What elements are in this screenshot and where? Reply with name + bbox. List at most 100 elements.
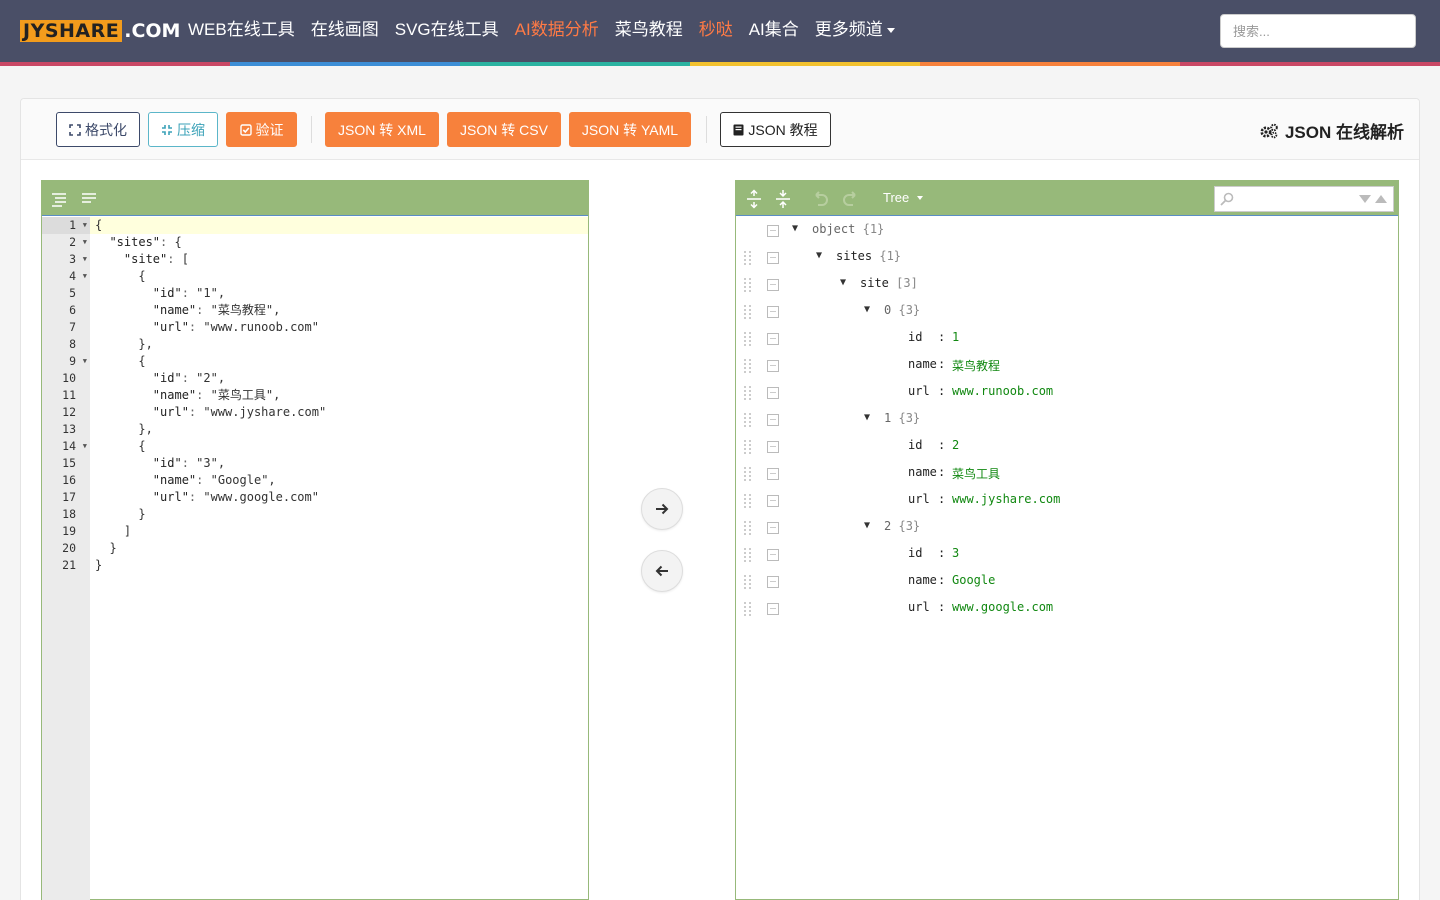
tree-field-value[interactable]: www.jyshare.com <box>952 492 1060 506</box>
tree-field-key[interactable]: name <box>908 465 937 479</box>
json-tree-view[interactable]: Tree ▼ object {1} ▼ sites {1} ▼ site [3] ▼ 0 {3… <box>735 180 1399 900</box>
search-previous-icon[interactable] <box>1375 194 1387 204</box>
tree-field-value[interactable]: 2 <box>952 438 959 452</box>
drag-handle-icon[interactable] <box>744 251 752 265</box>
code-area[interactable]: 1 ▼{2 ▼ "sites": {3 ▼ "site": [4 ▼ {5 "id": … <box>42 217 588 574</box>
tree-node[interactable]: id:3 <box>736 541 1398 568</box>
expand-all-icon[interactable] <box>744 189 764 209</box>
format-button[interactable]: 格式化 <box>56 112 140 147</box>
drag-handle-icon[interactable] <box>744 413 752 427</box>
context-menu-icon[interactable] <box>767 225 779 237</box>
tree-node[interactable]: ▼ 0 {3} <box>736 298 1398 325</box>
search-next-icon[interactable] <box>1359 194 1371 204</box>
fold-toggle-icon[interactable]: ▼ <box>83 268 87 285</box>
tree-field-key[interactable]: id <box>908 330 922 344</box>
tree-node[interactable]: url: www.jyshare.com <box>736 487 1398 514</box>
nav-item[interactable]: WEB在线工具 <box>180 18 303 42</box>
json-code-editor[interactable]: 1 ▼{2 ▼ "sites": {3 ▼ "site": [4 ▼ {5 "id": … <box>41 180 589 900</box>
json-to-csv-button[interactable]: JSON 转 CSV <box>447 112 561 147</box>
fold-toggle-icon[interactable]: ▼ <box>83 438 87 455</box>
tree-field-value[interactable]: www.runoob.com <box>952 384 1053 398</box>
nav-item[interactable]: AI集合 <box>741 18 807 42</box>
tree-field-value[interactable]: 菜鸟教程 <box>952 357 1000 374</box>
tree-node[interactable]: url: www.runoob.com <box>736 379 1398 406</box>
tree-node[interactable]: name: Google <box>736 568 1398 595</box>
tree-node[interactable]: url: www.google.com <box>736 595 1398 622</box>
context-menu-icon[interactable] <box>767 495 779 507</box>
json-tutorial-button[interactable]: JSON 教程 <box>720 112 831 147</box>
tree-field-value[interactable]: 1 <box>952 330 959 344</box>
drag-handle-icon[interactable] <box>744 359 752 373</box>
context-menu-icon[interactable] <box>767 603 779 615</box>
expand-toggle-icon[interactable]: ▼ <box>792 223 798 234</box>
nav-item[interactable]: AI数据分析 <box>507 18 607 42</box>
drag-handle-icon[interactable] <box>744 494 752 508</box>
fold-toggle-icon[interactable]: ▼ <box>83 251 87 268</box>
drag-handle-icon[interactable] <box>744 602 752 616</box>
drag-handle-icon[interactable] <box>744 332 752 346</box>
tree-node[interactable]: name: 菜鸟工具 <box>736 460 1398 487</box>
tree-node[interactable]: ▼ sites {1} <box>736 244 1398 271</box>
context-menu-icon[interactable] <box>767 576 779 588</box>
tree-field-value[interactable]: 菜鸟工具 <box>952 465 1000 482</box>
context-menu-icon[interactable] <box>767 360 779 372</box>
context-menu-icon[interactable] <box>767 306 779 318</box>
compress-button[interactable]: 压缩 <box>148 112 218 147</box>
context-menu-icon[interactable] <box>767 549 779 561</box>
expand-toggle-icon[interactable]: ▼ <box>864 304 870 315</box>
context-menu-icon[interactable] <box>767 252 779 264</box>
drag-handle-icon[interactable] <box>744 278 752 292</box>
fold-toggle-icon[interactable]: ▼ <box>83 353 87 370</box>
tree-field-key[interactable]: id <box>908 546 922 560</box>
tree-field-key[interactable]: name <box>908 573 937 587</box>
tree-field-value[interactable]: www.google.com <box>952 600 1053 614</box>
nav-item[interactable]: 菜鸟教程 <box>607 18 691 42</box>
collapse-all-icon[interactable] <box>773 189 793 209</box>
expand-toggle-icon[interactable]: ▼ <box>864 412 870 423</box>
context-menu-icon[interactable] <box>767 522 779 534</box>
nav-item[interactable]: SVG在线工具 <box>387 18 507 42</box>
expand-toggle-icon[interactable]: ▼ <box>816 250 822 261</box>
undo-icon[interactable] <box>810 189 830 209</box>
search-input[interactable] <box>1220 14 1416 48</box>
drag-handle-icon[interactable] <box>744 386 752 400</box>
nav-item[interactable]: 更多频道 <box>807 18 903 42</box>
nav-item[interactable]: 秒哒 <box>691 18 741 42</box>
drag-handle-icon[interactable] <box>744 521 752 535</box>
tree-node[interactable]: ▼ object {1} <box>736 217 1398 244</box>
tree-field-key[interactable]: name <box>908 357 937 371</box>
tree-search-box[interactable] <box>1214 186 1394 212</box>
fold-toggle-icon[interactable]: ▼ <box>83 234 87 251</box>
validate-button[interactable]: 验证 <box>226 112 297 147</box>
context-menu-icon[interactable] <box>767 333 779 345</box>
tree-node[interactable]: id:2 <box>736 433 1398 460</box>
tree-node[interactable]: ▼ 2 {3} <box>736 514 1398 541</box>
json-to-yaml-button[interactable]: JSON 转 YAML <box>569 112 691 147</box>
compact-code-icon[interactable] <box>80 190 98 208</box>
nav-item[interactable]: 在线画图 <box>303 18 387 42</box>
tree-field-key[interactable]: url <box>908 492 930 506</box>
copy-to-code-button[interactable] <box>641 550 683 592</box>
format-code-icon[interactable] <box>50 190 68 208</box>
drag-handle-icon[interactable] <box>744 440 752 454</box>
tree-field-key[interactable]: url <box>908 384 930 398</box>
context-menu-icon[interactable] <box>767 414 779 426</box>
context-menu-icon[interactable] <box>767 441 779 453</box>
site-logo[interactable]: JYSHARE .COM <box>20 19 180 43</box>
tree-field-value[interactable]: Google <box>952 573 995 587</box>
redo-icon[interactable] <box>841 189 861 209</box>
drag-handle-icon[interactable] <box>744 305 752 319</box>
tree-field-value[interactable]: 3 <box>952 546 959 560</box>
context-menu-icon[interactable] <box>767 387 779 399</box>
tree-node[interactable]: id:1 <box>736 325 1398 352</box>
drag-handle-icon[interactable] <box>744 548 752 562</box>
tree-mode-dropdown[interactable]: Tree <box>883 190 924 205</box>
tree-node[interactable]: ▼ 1 {3} <box>736 406 1398 433</box>
drag-handle-icon[interactable] <box>744 575 752 589</box>
expand-toggle-icon[interactable]: ▼ <box>840 277 846 288</box>
tree-field-key[interactable]: url <box>908 600 930 614</box>
tree-node[interactable]: ▼ site [3] <box>736 271 1398 298</box>
tree-node[interactable]: name: 菜鸟教程 <box>736 352 1398 379</box>
expand-toggle-icon[interactable]: ▼ <box>864 520 870 531</box>
context-menu-icon[interactable] <box>767 279 779 291</box>
